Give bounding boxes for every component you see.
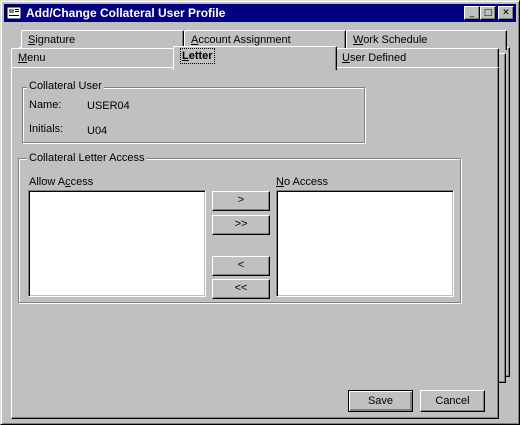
maximize-button[interactable]: □	[480, 6, 496, 20]
window-title: Add/Change Collateral User Profile	[26, 6, 226, 20]
move-all-right-label: >>	[234, 218, 248, 230]
allow-access-label-part1: Allow A	[29, 176, 66, 188]
tab-page-letter: Collateral User Name: USER04 Initials: U…	[11, 67, 499, 419]
close-button[interactable]: ✕	[498, 6, 514, 20]
minimize-button[interactable]: _	[464, 6, 480, 20]
cancel-button[interactable]: Cancel	[420, 390, 485, 412]
tab-signature-label: ignature	[35, 34, 76, 46]
initials-value: U04	[87, 125, 108, 137]
collateral-user-group-label: Collateral User	[27, 80, 104, 92]
move-one-right-button[interactable]: >	[212, 191, 270, 211]
name-label: Name:	[29, 99, 62, 111]
tab-user-defined[interactable]: User Defined	[335, 48, 499, 68]
letter-access-group-label: Collateral Letter Access	[27, 152, 147, 164]
no-access-listbox[interactable]	[276, 190, 454, 297]
no-access-label: No Access	[276, 176, 328, 188]
move-one-left-label: <	[237, 259, 245, 271]
no-access-label-part: o Access	[283, 176, 328, 188]
close-icon: ✕	[502, 8, 510, 18]
no-access-label-mnemonic: N	[276, 176, 284, 188]
tab-work-schedule-mnemonic: W	[353, 34, 364, 46]
name-value: USER04	[87, 100, 130, 112]
tab-menu[interactable]: Menu	[11, 48, 175, 68]
save-button-label: Save	[367, 395, 394, 407]
tab-work-schedule-label: ork Schedule	[363, 34, 428, 46]
move-one-right-label: >	[237, 194, 245, 206]
tab-letter-label: etter	[188, 50, 213, 62]
collateral-user-group	[22, 87, 365, 143]
title-bar[interactable]: Add/Change Collateral User Profile _ □ ✕	[4, 4, 516, 22]
tab-letter-mnemonic: L	[182, 50, 189, 62]
cancel-button-label: Cancel	[435, 395, 470, 407]
tab-work-schedule[interactable]: Work Schedule	[346, 30, 507, 50]
tab-menu-mnemonic: M	[18, 52, 28, 64]
maximize-icon: □	[483, 8, 493, 18]
tab-account-assignment-label: ccount Assignment	[198, 34, 291, 46]
tab-letter-focus: Letter	[180, 48, 215, 64]
tab-signature[interactable]: Signature	[21, 30, 184, 50]
minimize-icon: _	[469, 8, 475, 18]
save-button[interactable]: Save	[348, 390, 413, 412]
tab-letter[interactable]: Letter	[173, 46, 337, 70]
allow-access-listbox[interactable]	[28, 190, 206, 297]
move-all-right-button[interactable]: >>	[212, 215, 270, 235]
tab-user-defined-label: ser Defined	[349, 52, 407, 64]
allow-access-label-part2: cess	[70, 176, 94, 188]
dialog-window: Add/Change Collateral User Profile _ □ ✕…	[0, 0, 520, 425]
allow-access-label: Allow Access	[29, 176, 93, 188]
tab-menu-label: enu	[27, 52, 46, 64]
initials-label: Initials:	[29, 123, 64, 135]
move-all-left-label: <<	[234, 282, 248, 294]
move-one-left-button[interactable]: <	[212, 256, 270, 276]
tab-user-defined-mnemonic: U	[342, 52, 350, 64]
app-icon	[6, 6, 22, 20]
move-all-left-button[interactable]: <<	[212, 279, 270, 299]
